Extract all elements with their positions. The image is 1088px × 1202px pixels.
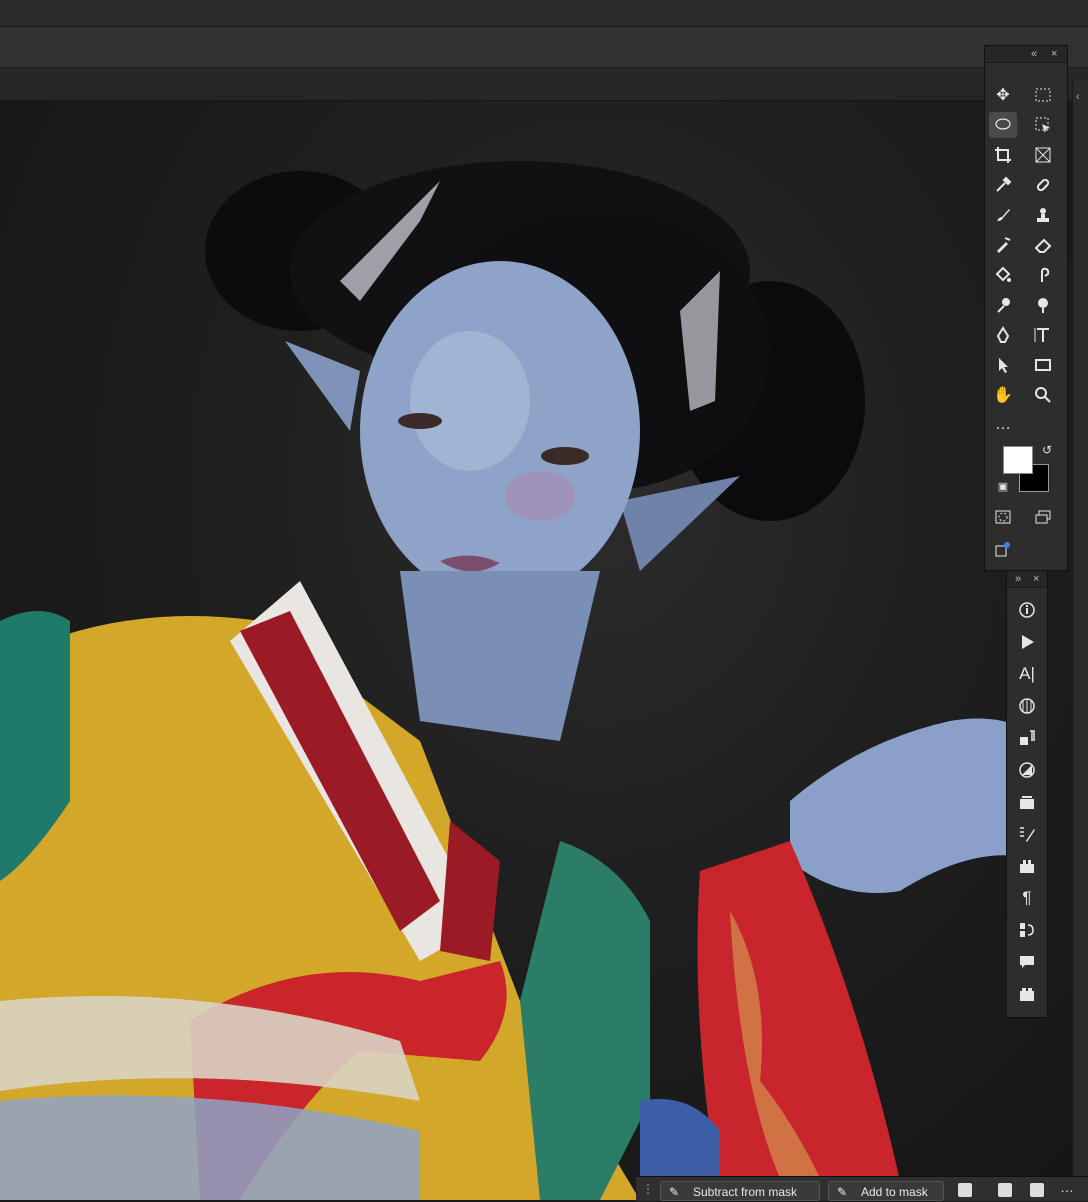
- mask-settings-icon[interactable]: [1030, 1183, 1044, 1197]
- pen-tool-icon[interactable]: [989, 322, 1017, 348]
- mask-option-icon[interactable]: [958, 1183, 972, 1197]
- clone-source-icon[interactable]: [1013, 917, 1041, 943]
- burn-tool-icon[interactable]: [1029, 292, 1057, 318]
- options-bar: [0, 27, 1088, 68]
- collapse-panel-icon[interactable]: «: [1031, 46, 1037, 62]
- right-panel-dock: ‹: [1072, 79, 1088, 1200]
- drag-handle-icon[interactable]: ⋮: [642, 1182, 654, 1196]
- more-tools-icon[interactable]: …: [989, 412, 1017, 438]
- foreground-color-swatch[interactable]: [1003, 446, 1033, 474]
- smudge-tool-icon[interactable]: [1029, 262, 1057, 288]
- paint-bucket-tool-icon[interactable]: [989, 262, 1017, 288]
- document-tab-strip: [0, 68, 1088, 101]
- menu-bar: [0, 0, 1088, 27]
- comments-icon[interactable]: [1013, 949, 1041, 975]
- brush-tool-icon[interactable]: [989, 202, 1017, 228]
- tools-panel-header: « ×: [985, 46, 1067, 63]
- tools-panel: « × ✥ ✋ … ↺ ▣: [984, 45, 1068, 571]
- zoom-tool-icon[interactable]: [1029, 382, 1057, 408]
- object-select-tool-icon[interactable]: [1029, 112, 1057, 138]
- generative-fill-icon[interactable]: [989, 536, 1017, 562]
- eyedropper-tool-icon[interactable]: [989, 172, 1017, 198]
- brush-minus-icon: ✎: [669, 1185, 680, 1199]
- collapse-icon[interactable]: ‹: [1076, 91, 1080, 103]
- crop-tool-icon[interactable]: [989, 142, 1017, 168]
- more-options-icon[interactable]: …: [1060, 1179, 1074, 1195]
- brush-plus-icon: ✎: [837, 1185, 848, 1199]
- paragraph-styles-icon[interactable]: [1013, 725, 1041, 751]
- add-to-mask-button[interactable]: ✎ Add to mask: [828, 1181, 944, 1201]
- play-icon[interactable]: [1013, 629, 1041, 655]
- quick-mask-icon[interactable]: [989, 504, 1017, 530]
- layer-comps-icon[interactable]: [1013, 981, 1041, 1007]
- frame-tool-icon[interactable]: [1029, 142, 1057, 168]
- subtract-from-mask-label: Subtract from mask: [693, 1185, 798, 1199]
- marquee-tool-icon[interactable]: [1029, 82, 1057, 108]
- swap-colors-icon[interactable]: ↺: [1037, 442, 1057, 458]
- document-canvas[interactable]: [0, 101, 1088, 1200]
- info-icon[interactable]: [1013, 597, 1041, 623]
- clone-stamp-tool-icon[interactable]: [1029, 202, 1057, 228]
- default-colors-icon[interactable]: ▣: [995, 478, 1011, 494]
- eraser-tool-icon[interactable]: [1029, 232, 1057, 258]
- lasso-tool-icon[interactable]: [989, 112, 1017, 138]
- path-select-tool-icon[interactable]: [989, 352, 1017, 378]
- history-brush-tool-icon[interactable]: [989, 232, 1017, 258]
- rectangle-tool-icon[interactable]: [1029, 352, 1057, 378]
- add-to-mask-label: Add to mask: [861, 1185, 928, 1199]
- paragraph-icon[interactable]: ¶: [1013, 885, 1041, 911]
- character-icon[interactable]: A|: [1013, 661, 1041, 687]
- contextual-task-bar: ⋮ ✎ Subtract from mask ✎ Add to mask …: [636, 1176, 1088, 1201]
- brush-settings-icon[interactable]: [1013, 821, 1041, 847]
- invert-mask-icon[interactable]: [998, 1183, 1012, 1197]
- healing-brush-tool-icon[interactable]: [1029, 172, 1057, 198]
- close-panels-icon[interactable]: ×: [1033, 571, 1039, 587]
- glyphs-icon[interactable]: [1013, 693, 1041, 719]
- subtract-from-mask-button[interactable]: ✎ Subtract from mask: [660, 1181, 820, 1201]
- expand-panels-icon[interactable]: »: [1015, 571, 1021, 587]
- screen-mode-icon[interactable]: [1029, 504, 1057, 530]
- libraries-icon[interactable]: [1013, 789, 1041, 815]
- properties-icon[interactable]: [1013, 853, 1041, 879]
- close-panel-icon[interactable]: ×: [1051, 46, 1057, 62]
- hand-tool-icon[interactable]: ✋: [989, 382, 1017, 408]
- dodge-tool-icon[interactable]: [989, 292, 1017, 318]
- type-tool-icon[interactable]: [1029, 322, 1057, 348]
- collapsed-panels-strip: » × A| ¶: [1006, 570, 1048, 1018]
- painting-artwork: [0, 161, 1040, 1200]
- adjustments-icon[interactable]: [1013, 757, 1041, 783]
- move-tool-icon[interactable]: ✥: [989, 82, 1017, 108]
- panels-strip-header: » ×: [1007, 571, 1047, 588]
